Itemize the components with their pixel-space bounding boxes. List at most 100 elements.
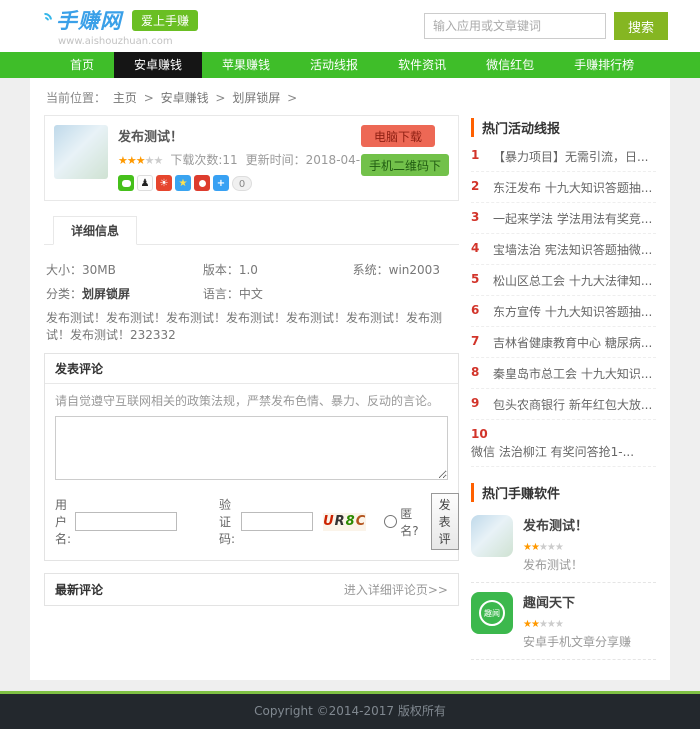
tab-detail-info[interactable]: 详细信息 [53,216,138,245]
hot-activity-link[interactable]: 松山区总工会 十九大法律知... [493,272,652,289]
hot-activity-link[interactable]: 东方宣传 十九大知识答题抽... [493,303,652,320]
software-rating-stars: ★★★★★ [523,619,564,630]
nav-item-home[interactable]: 首页 [50,52,114,78]
nav-item-wechat-redpacket[interactable]: 微信红包 [466,52,554,78]
more-share-icon[interactable]: + [213,175,229,191]
breadcrumb: 当前位置： 主页 > 安卓赚钱 > 划屏锁屏 > [46,89,656,106]
nav-item-ranking[interactable]: 手赚排行榜 [554,52,654,78]
page-footer: Copyright ©2014-2017 版权所有 [0,691,700,729]
hot-activity-link[interactable]: 宝墙法治 宪法知识答题抽微... [493,241,652,258]
captcha-label: 验证码: [219,498,236,546]
rank-number: 10 [471,427,488,441]
anonymous-radio[interactable] [384,515,398,528]
hot-activity-item: 4 宝墙法治 宪法知识答题抽微... [471,234,656,265]
comment-policy-notice: 请自觉遵守互联网相关的政策法规，严禁发布色情、暴力、反动的言论。 [55,394,440,408]
copyright-text: Copyright ©2014-2017 版权所有 [254,704,446,718]
rank-number: 9 [471,396,480,410]
breadcrumb-home[interactable]: 主页 [113,91,137,105]
nav-item-ios[interactable]: 苹果赚钱 [202,52,290,78]
hot-software-title: 热门手赚软件 [471,483,656,502]
hot-activity-item: 6 东方宣传 十九大知识答题抽... [471,296,656,327]
hot-activity-item: 8 秦皇岛市总工会 十九大知识... [471,358,656,389]
software-description: 安卓手机文章分享赚 [523,635,632,649]
app-title: 发布测试！ [118,130,184,145]
breadcrumb-separator: > [143,91,154,105]
captcha-image[interactable]: UR8C [323,512,367,531]
submit-comment-button[interactable]: 发表评 [430,493,459,550]
app-category: 分类：划屏锁屏 [46,287,131,301]
search-input[interactable] [424,13,606,39]
hot-activity-link[interactable]: 一起来学法 学法用法有奖竞... [493,210,652,227]
hot-activities-list: 1 【暴力项目】无需引流，日... 2 东汪发布 十九大知识答题抽... 3 一起来学… [471,141,656,467]
rank-number: 8 [471,365,480,379]
hot-activity-item: 2 东汪发布 十九大知识答题抽... [471,172,656,203]
hot-activity-link[interactable]: 【暴力项目】无需引流，日... [493,148,648,165]
rank-number: 3 [471,210,480,224]
hot-activity-item: 9 包头农商银行 新年红包大放... [471,389,656,420]
app-language: 语言：中文 [202,287,263,301]
renren-share-icon[interactable] [194,175,210,191]
rating-stars: ★★★★★ [118,153,163,167]
breadcrumb-separator: > [287,91,298,105]
app-size: 大小：30MB [46,263,116,277]
breadcrumb-category[interactable]: 划屏锁屏 [232,91,280,105]
qr-download-button[interactable]: 手机二维码下 [361,154,449,176]
share-bar: ♟ ☀ ★ + 0 [118,175,375,191]
hot-activity-link[interactable]: 包头农商银行 新年红包大放... [493,396,652,413]
hot-activity-link[interactable]: 秦皇岛市总工会 十九大知识... [493,365,652,382]
app-thumbnail [54,125,108,179]
username-input[interactable] [75,512,178,531]
update-time: 更新时间：2018-04-02 [245,153,376,167]
category-link[interactable]: 划屏锁屏 [82,287,130,301]
all-comments-link[interactable]: 进入详细评论页>> [344,581,448,598]
software-description: 发布测试！ [523,558,584,572]
wechat-share-icon[interactable] [118,175,134,191]
app-description: 发布测试！发布测试！发布测试！发布测试！发布测试！发布测试！发布测试！发布测试！… [46,311,443,342]
software-name[interactable]: 趣闻天下 [523,592,631,611]
breadcrumb-android[interactable]: 安卓赚钱 [161,91,209,105]
main-nav: 首页 安卓赚钱 苹果赚钱 活动线报 软件资讯 微信红包 手赚排行榜 [0,52,700,78]
app-version: 版本：1.0 [202,263,258,277]
top-header: 手赚网 爱上手赚 www.aishouzhuan.com 搜索 [0,0,700,52]
logo-slogan-badge: 爱上手赚 [132,9,199,31]
logo[interactable]: 手赚网 爱上手赚 www.aishouzhuan.com [35,5,199,47]
software-rating-stars: ★★★★★ [523,542,564,553]
download-count: 下载次数:11 [170,153,238,167]
share-count-badge: 0 [232,175,252,191]
app-detail-card: 发布测试！ ★★★★★ 下载次数:11 更新时间：2018-04-02 ♟ ☀ … [44,115,459,201]
anonymous-label: 匿名? [400,506,419,538]
software-item[interactable]: 发布测试！ ★★★★★ 发布测试！ [471,506,656,583]
search-bar: 搜索 [424,12,668,40]
nav-item-android[interactable]: 安卓赚钱 [114,52,203,78]
content-container: 当前位置： 主页 > 安卓赚钱 > 划屏锁屏 > 发布测试！ ★★★★★ 下载次… [30,78,670,680]
nav-item-news[interactable]: 软件资讯 [378,52,466,78]
hot-activity-link[interactable]: 东汪发布 十九大知识答题抽... [493,179,652,196]
rank-number: 6 [471,303,480,317]
hot-activity-item: 7 吉林省健康教育中心 糖尿病... [471,327,656,358]
breadcrumb-separator: > [215,91,226,105]
nav-item-activity[interactable]: 活动线报 [290,52,378,78]
software-item[interactable]: 趣闻 趣闻天下 ★★★★★ 安卓手机文章分享赚 [471,583,656,660]
software-icon [471,515,513,557]
software-name[interactable]: 发布测试！ [523,515,588,534]
hot-activity-link[interactable]: 微信 法治柳江 有奖问答抢1-... [471,443,656,460]
rank-number: 5 [471,272,480,286]
detail-tabbar: 详细信息 [44,215,459,245]
comment-textarea[interactable] [55,416,448,480]
captcha-input[interactable] [241,512,314,531]
comment-form-panel: 发表评论 请自觉遵守互联网相关的政策法规，严禁发布色情、暴力、反动的言论。 用户… [44,353,459,561]
rank-number: 4 [471,241,480,255]
pc-download-button[interactable]: 电脑下载 [361,125,435,147]
weibo-share-icon[interactable]: ☀ [156,175,172,191]
rank-number: 1 [471,148,480,162]
software-icon: 趣闻 [471,592,513,634]
qq-share-icon[interactable]: ♟ [137,175,153,191]
username-label: 用户名: [55,498,72,546]
logo-site-url: www.aishouzhuan.com [58,36,173,47]
qzone-share-icon[interactable]: ★ [175,175,191,191]
hot-activity-item: 1 【暴力项目】无需引流，日... [471,141,656,172]
app-system: 系统：win2003 [352,263,440,277]
hot-activity-item: 3 一起来学法 学法用法有奖竞... [471,203,656,234]
search-button[interactable]: 搜索 [614,12,668,40]
hot-activity-link[interactable]: 吉林省健康教育中心 糖尿病... [493,334,652,351]
